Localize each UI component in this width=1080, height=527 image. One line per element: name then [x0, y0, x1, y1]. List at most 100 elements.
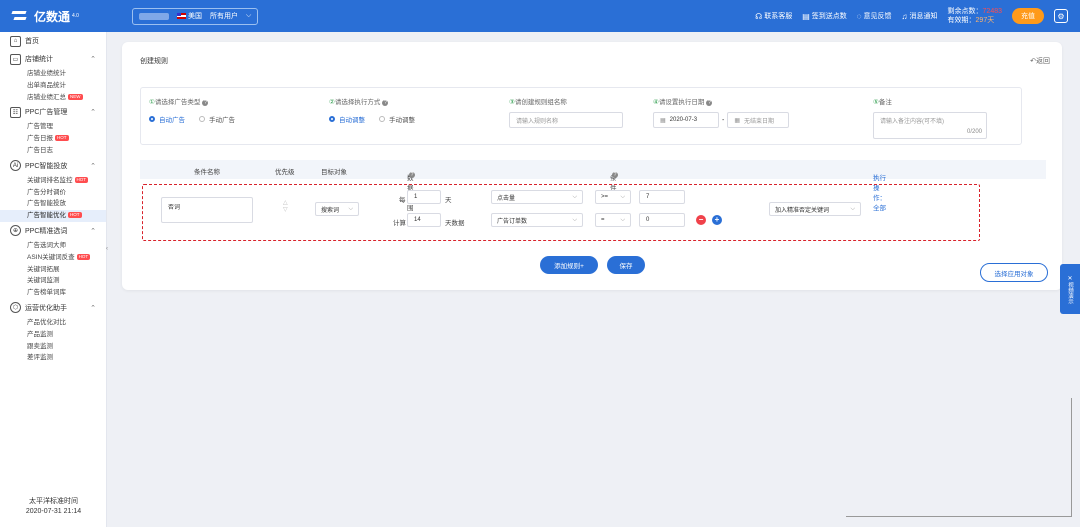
radio-manual-adjust[interactable]: 手动调整	[379, 114, 415, 124]
target-icon: ⊕	[10, 225, 21, 237]
every-days-input[interactable]: 1	[407, 190, 441, 204]
sidebar-group-ppc-smart[interactable]: Ai PPC智能投放 ⌃	[0, 157, 106, 175]
feedback-link[interactable]: ◌ 意见反馈	[857, 11, 892, 21]
sidebar-item-time-bidding[interactable]: 广告分时调价	[0, 187, 106, 199]
scroll-guide-horizontal	[846, 516, 1072, 517]
sidebar-group-ppc-keywords[interactable]: ⊕ PPC精准选词 ⌃	[0, 222, 106, 240]
metric-select-1[interactable]: 点击量 ⌵	[491, 190, 583, 204]
us-flag-icon	[177, 13, 186, 20]
radio-auto-ad[interactable]: 自动广告	[149, 114, 185, 124]
help-icon[interactable]: ?	[612, 172, 618, 178]
every-label: 每	[399, 197, 406, 204]
sidebar-group-operation-assistant[interactable]: ⬡ 运营优化助手 ⌃	[0, 299, 106, 317]
calc-days-input[interactable]: 14	[407, 213, 441, 227]
day-unit: 天	[445, 197, 452, 204]
chevron-up-icon: ⌃	[90, 304, 96, 312]
save-button[interactable]: 保存	[607, 256, 645, 274]
app-version: 4.0	[72, 13, 79, 19]
sidebar-item-bad-review-monitor[interactable]: 差评监测	[0, 352, 106, 364]
sidebar-item-ad-management[interactable]: 广告管理	[0, 121, 106, 133]
chevron-up-icon: ⌃	[90, 162, 96, 170]
sidebar-group-store-stats[interactable]: ▭ 店铺统计 ⌃	[0, 50, 106, 68]
radio-auto-adjust[interactable]: 自动调整	[329, 114, 365, 124]
store-icon: ▭	[10, 53, 21, 65]
add-rule-button[interactable]: 添加规则+	[540, 256, 598, 274]
value-input-1[interactable]: 7	[639, 190, 685, 204]
sidebar-item-order-product-stats[interactable]: 出单商品统计	[0, 80, 106, 92]
remove-condition-icon[interactable]: −	[696, 215, 706, 225]
country-selector[interactable]: 美国	[177, 11, 202, 21]
shop-selector[interactable]: 美国 所有用户 ⌵	[132, 7, 259, 25]
end-date-input[interactable]: ▦ 无结束日期	[727, 112, 790, 128]
sidebar-item-smart-optimize[interactable]: 广告智能优化 HOT	[0, 210, 106, 222]
sidebar-item-keyword-monitor[interactable]: 关键词监测	[0, 275, 106, 287]
help-icon[interactable]: ?	[382, 100, 389, 106]
logo-mark-icon	[12, 9, 30, 23]
radio-manual-ad[interactable]: 手动广告	[199, 114, 235, 124]
contact-support-link[interactable]: ☊ 联系客服	[755, 11, 792, 21]
chevron-down-icon: ⌵	[850, 205, 855, 212]
metric-select-2[interactable]: 广告订单数 ⌵	[491, 213, 583, 227]
sidebar-item-follow-sell-monitor[interactable]: 跟卖监测	[0, 341, 106, 353]
help-icon[interactable]: ?	[409, 172, 415, 178]
hot-badge: HOT	[55, 135, 69, 142]
settings-icon[interactable]: ⚙	[1054, 9, 1068, 23]
sidebar-item-ad-daily[interactable]: 广告日报 HOT	[0, 133, 106, 145]
close-icon[interactable]: ✕	[1067, 275, 1072, 282]
rule-table-header: 条件名称 优先级 目标对象 数据范围? 条件? 执行操作：全部 ⌵	[140, 160, 1046, 212]
action-select[interactable]: 加入精准否定关键词 ⌵	[769, 202, 861, 216]
rule-name-input[interactable]: 请输入规则名称	[509, 112, 623, 128]
app-name: 亿数通	[34, 9, 71, 24]
value-input-2[interactable]: 0	[639, 213, 685, 227]
chevron-down-icon: ⌵	[572, 216, 577, 223]
app-logo[interactable]: 亿数通 4.0	[0, 0, 108, 32]
start-date-input[interactable]: ▦ 2020-07-3	[653, 112, 719, 128]
checkin-link[interactable]: ▤ 签到送点数	[802, 11, 847, 21]
priority-arrows-icon[interactable]: △ ▽	[283, 200, 288, 214]
sidebar-item-keyword-master[interactable]: 广告选词大师	[0, 240, 106, 252]
home-icon: ⌂	[10, 35, 21, 47]
help-icon[interactable]: ?	[202, 100, 209, 106]
calendar-icon: ▦	[660, 117, 666, 124]
operator-select-2[interactable]: = ⌵	[595, 213, 631, 227]
sidebar-item-ad-log[interactable]: 广告日志	[0, 145, 106, 157]
points-info: 剩余点数：72483 有效期：297天	[947, 8, 1002, 24]
chevron-down-icon: ⌵	[620, 216, 625, 223]
add-condition-icon[interactable]: +	[712, 215, 722, 225]
target-select[interactable]: 搜索词 ⌵	[315, 202, 359, 216]
sidebar-item-store-performance[interactable]: 店铺业绩统计	[0, 68, 106, 80]
user-filter[interactable]: 所有用户	[210, 11, 238, 21]
sidebar-item-ad-rank-library[interactable]: 广告榜单词库	[0, 287, 106, 299]
recharge-button[interactable]: 充值	[1012, 8, 1044, 24]
sidebar-group-ppc-management[interactable]: ☷ PPC广告管理 ⌃	[0, 103, 106, 121]
top-bar: 亿数通 4.0 美国 所有用户 ⌵ ☊ 联系客服 ▤ 签到送点数 ◌ 意见反馈 ♫ 消息通…	[0, 0, 1080, 32]
condition-name-input[interactable]: 否词	[161, 197, 253, 223]
sidebar-item-smart-delivery[interactable]: 广告智能投放	[0, 198, 106, 210]
step-remark: ⑤备注 请输入备注内容(可不填) 0/200	[873, 96, 987, 139]
ppc-icon: ☷	[10, 106, 21, 118]
video-demo-tab[interactable]: ✕ 视频演示	[1060, 264, 1080, 314]
sidebar-item-keyword-expand[interactable]: 关键词拓展	[0, 264, 106, 276]
sidebar-item-asin-reverse[interactable]: ASIN关键词反查 HOT	[0, 252, 106, 264]
rule-settings: ①请选择广告类型? 自动广告 手动广告 ②请选择执行方式? 自动调整 手动调整 …	[140, 87, 1022, 145]
sidebar-item-product-monitor[interactable]: 产品监测	[0, 329, 106, 341]
select-apply-target-button[interactable]: 选择应用对象	[980, 263, 1048, 282]
sidebar-item-store-summary[interactable]: 店铺业绩汇总 NEW	[0, 92, 106, 104]
notifications-link[interactable]: ♫ 消息通知	[902, 11, 938, 21]
operator-select-1[interactable]: >= ⌵	[595, 190, 631, 204]
rule-row: 否词 △ ▽ 搜索词 ⌵ 每 1 天 计算 14 天数据 点击量 ⌵ >= ⌵ 7 广告…	[142, 184, 980, 241]
calc-label: 计算	[393, 220, 406, 227]
sidebar-home[interactable]: ⌂ 首页	[0, 32, 106, 50]
back-link[interactable]: ↶返回	[1030, 56, 1050, 66]
sidebar-item-product-compare[interactable]: 产品优化对比	[0, 317, 106, 329]
sidebar-item-keyword-rank[interactable]: 关键词排名监控 HOT	[0, 175, 106, 187]
calendar-icon: ▤	[802, 11, 810, 21]
page-title: 创建规则	[140, 58, 168, 65]
help-icon[interactable]: ?	[706, 100, 713, 106]
chat-icon: ◌	[856, 11, 862, 21]
chevron-down-icon: ⌵	[246, 12, 252, 19]
bell-icon: ♫	[901, 11, 908, 21]
collapse-sidebar-icon[interactable]: ‹	[106, 246, 108, 252]
remark-textarea[interactable]: 请输入备注内容(可不填) 0/200	[873, 112, 987, 139]
headset-icon: ☊	[755, 11, 763, 21]
